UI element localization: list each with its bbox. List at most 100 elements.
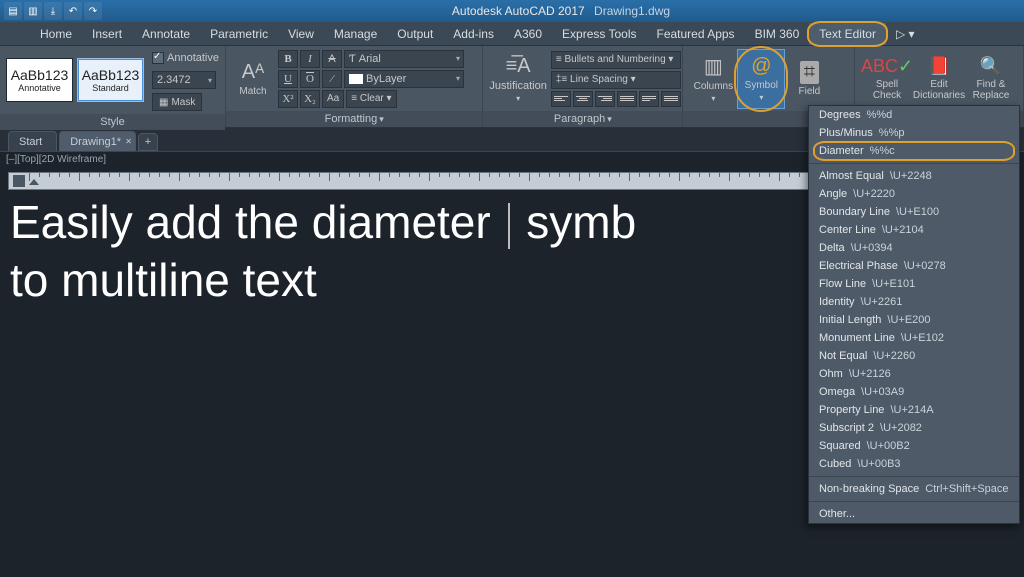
- bold-button[interactable]: B: [278, 50, 298, 68]
- menu-bim-360[interactable]: BIM 360: [745, 23, 810, 45]
- close-icon[interactable]: ✕: [125, 137, 132, 146]
- file-tab-drawing1[interactable]: Drawing1*✕: [59, 131, 136, 151]
- panel-title-formatting: Formatting▾: [226, 111, 482, 127]
- menu-parametric[interactable]: Parametric: [200, 23, 278, 45]
- line-spacing-button[interactable]: ‡≡ Line Spacing ▾: [551, 71, 681, 89]
- menu-insert[interactable]: Insert: [82, 23, 132, 45]
- symbol-item-almost-equal[interactable]: Almost Equal\U+2248: [809, 167, 1019, 185]
- symbol-item-subscript-2[interactable]: Subscript 2\U+2082: [809, 419, 1019, 437]
- new-tab-button[interactable]: +: [138, 133, 158, 151]
- symbol-item-code: \U+2260: [873, 350, 915, 362]
- menu-view[interactable]: View: [278, 23, 324, 45]
- align-dist2-button[interactable]: [661, 91, 681, 107]
- search-icon: 🔍: [980, 56, 1002, 77]
- symbol-item-other-[interactable]: Other...: [809, 505, 1019, 523]
- symbol-item-ohm[interactable]: Ohm\U+2126: [809, 365, 1019, 383]
- superscript-button[interactable]: X²: [278, 90, 298, 108]
- panel-title-style: Style: [0, 114, 225, 130]
- columns-button[interactable]: ▥ Columns ▾: [689, 49, 737, 109]
- symbol-item-omega[interactable]: Omega \U+03A9: [809, 383, 1019, 401]
- strike-button[interactable]: A: [322, 50, 342, 68]
- list-icon: ≡: [556, 54, 562, 65]
- symbol-item-property-line[interactable]: Property Line\U+214A: [809, 401, 1019, 419]
- symbol-item-diameter[interactable]: Diameter%%c: [809, 142, 1019, 160]
- symbol-item-label: Diameter: [819, 145, 864, 157]
- symbol-item-identity[interactable]: Identity\U+2261: [809, 293, 1019, 311]
- menu-home[interactable]: Home: [30, 23, 82, 45]
- menu-output[interactable]: Output: [387, 23, 443, 45]
- overline-button[interactable]: O: [300, 70, 320, 88]
- text-style-standard[interactable]: AaBb123 Standard: [77, 58, 144, 102]
- underline-button[interactable]: U: [278, 70, 298, 88]
- symbol-item-code: \U+214A: [890, 404, 933, 416]
- subscript-button[interactable]: X₂: [300, 90, 320, 108]
- find-replace-button[interactable]: 🔍 Find & Replace: [965, 49, 1017, 109]
- align-dist-button[interactable]: [639, 91, 659, 107]
- match-button[interactable]: Aᴬ Match: [232, 49, 274, 109]
- layer-color-combo[interactable]: ByLayer: [344, 70, 464, 88]
- symbol-item-delta[interactable]: Delta\U+0394: [809, 239, 1019, 257]
- symbol-item-cubed[interactable]: Cubed\U+00B3: [809, 455, 1019, 473]
- symbol-item-monument-line[interactable]: Monument Line\U+E102: [809, 329, 1019, 347]
- symbol-item-plus-minus[interactable]: Plus/Minus%%p: [809, 124, 1019, 142]
- stack-button[interactable]: ⁄: [322, 70, 342, 88]
- symbol-button[interactable]: @ Symbol ▾: [737, 49, 785, 109]
- symbol-item-not-equal[interactable]: Not Equal \U+2260: [809, 347, 1019, 365]
- first-line-indent-icon[interactable]: [29, 179, 39, 185]
- menu-annotate[interactable]: Annotate: [132, 23, 200, 45]
- clear-format-button[interactable]: ≡ Clear ▾: [346, 90, 396, 108]
- justification-button[interactable]: ≡̅A Justification ▾: [489, 49, 546, 109]
- symbol-item-label: Omega: [819, 386, 855, 398]
- qat-undo-icon[interactable]: ↶: [64, 2, 82, 20]
- italic-button[interactable]: I: [300, 50, 320, 68]
- change-case-button[interactable]: Aa: [322, 90, 344, 108]
- mtext-line1b: symb: [514, 196, 637, 248]
- text-style-annotative[interactable]: AaBb123 Annotative: [6, 58, 73, 102]
- symbol-item-center-line[interactable]: Center Line\U+2104: [809, 221, 1019, 239]
- symbol-item-code: \U+E200: [887, 314, 930, 326]
- menu-text-editor[interactable]: Text Editor: [809, 23, 886, 45]
- symbol-item-non-breaking-space[interactable]: Non-breaking SpaceCtrl+Shift+Space: [809, 480, 1019, 498]
- file-tab-start[interactable]: Start: [8, 131, 57, 151]
- edit-dictionaries-button[interactable]: 📕 Edit Dictionaries: [913, 49, 965, 109]
- symbol-item-label: Other...: [819, 508, 855, 520]
- symbol-item-code: \U+0278: [904, 260, 946, 272]
- align-right-button[interactable]: [595, 91, 615, 107]
- menu-manage[interactable]: Manage: [324, 23, 387, 45]
- field-button[interactable]: ⌗ Field: [785, 49, 833, 109]
- mask-button[interactable]: ▦ Mask: [152, 93, 202, 111]
- symbol-item-initial-length[interactable]: Initial Length\U+E200: [809, 311, 1019, 329]
- symbol-item-boundary-line[interactable]: Boundary Line\U+E100: [809, 203, 1019, 221]
- symbol-item-code: \U+E100: [896, 206, 939, 218]
- menu-overflow[interactable]: ▷ ▾: [886, 23, 925, 45]
- symbol-item-code: Ctrl+Shift+Space: [925, 483, 1008, 495]
- symbol-item-electrical-phase[interactable]: Electrical Phase\U+0278: [809, 257, 1019, 275]
- bullets-button[interactable]: ≡ Bullets and Numbering ▾: [551, 51, 681, 69]
- symbol-item-angle[interactable]: Angle\U+2220: [809, 185, 1019, 203]
- qat-redo-icon[interactable]: ↷: [84, 2, 102, 20]
- spell-check-button[interactable]: ABC✓ Spell Check: [861, 49, 913, 109]
- menu-express-tools[interactable]: Express Tools: [552, 23, 646, 45]
- symbol-item-code: \U+2104: [882, 224, 924, 236]
- symbol-item-squared[interactable]: Squared\U+00B2: [809, 437, 1019, 455]
- menu-add-ins[interactable]: Add-ins: [443, 23, 504, 45]
- align-center-button[interactable]: [573, 91, 593, 107]
- symbol-item-code: \U+03A9: [861, 386, 904, 398]
- qat-open-icon[interactable]: ▥: [24, 2, 42, 20]
- menu-featured-apps[interactable]: Featured Apps: [647, 23, 745, 45]
- font-combo[interactable]: Ƭ Arial: [344, 50, 464, 68]
- chevron-down-icon: ▾: [759, 93, 763, 102]
- annotative-checkbox[interactable]: [152, 52, 164, 64]
- symbol-item-degrees[interactable]: Degrees%%d: [809, 106, 1019, 124]
- symbol-item-flow-line[interactable]: Flow Line\U+E101: [809, 275, 1019, 293]
- menu-a360[interactable]: A360: [504, 23, 552, 45]
- symbol-item-label: Ohm: [819, 368, 843, 380]
- symbol-item-label: Not Equal: [819, 350, 867, 362]
- tab-stop-icon[interactable]: [13, 175, 25, 187]
- align-left-button[interactable]: [551, 91, 571, 107]
- symbol-item-code: \U+E101: [872, 278, 915, 290]
- text-height-combo[interactable]: 2.3472: [152, 71, 216, 89]
- align-justify-button[interactable]: [617, 91, 637, 107]
- qat-new-icon[interactable]: ▤: [4, 2, 22, 20]
- qat-save-icon[interactable]: ⤓: [44, 2, 62, 20]
